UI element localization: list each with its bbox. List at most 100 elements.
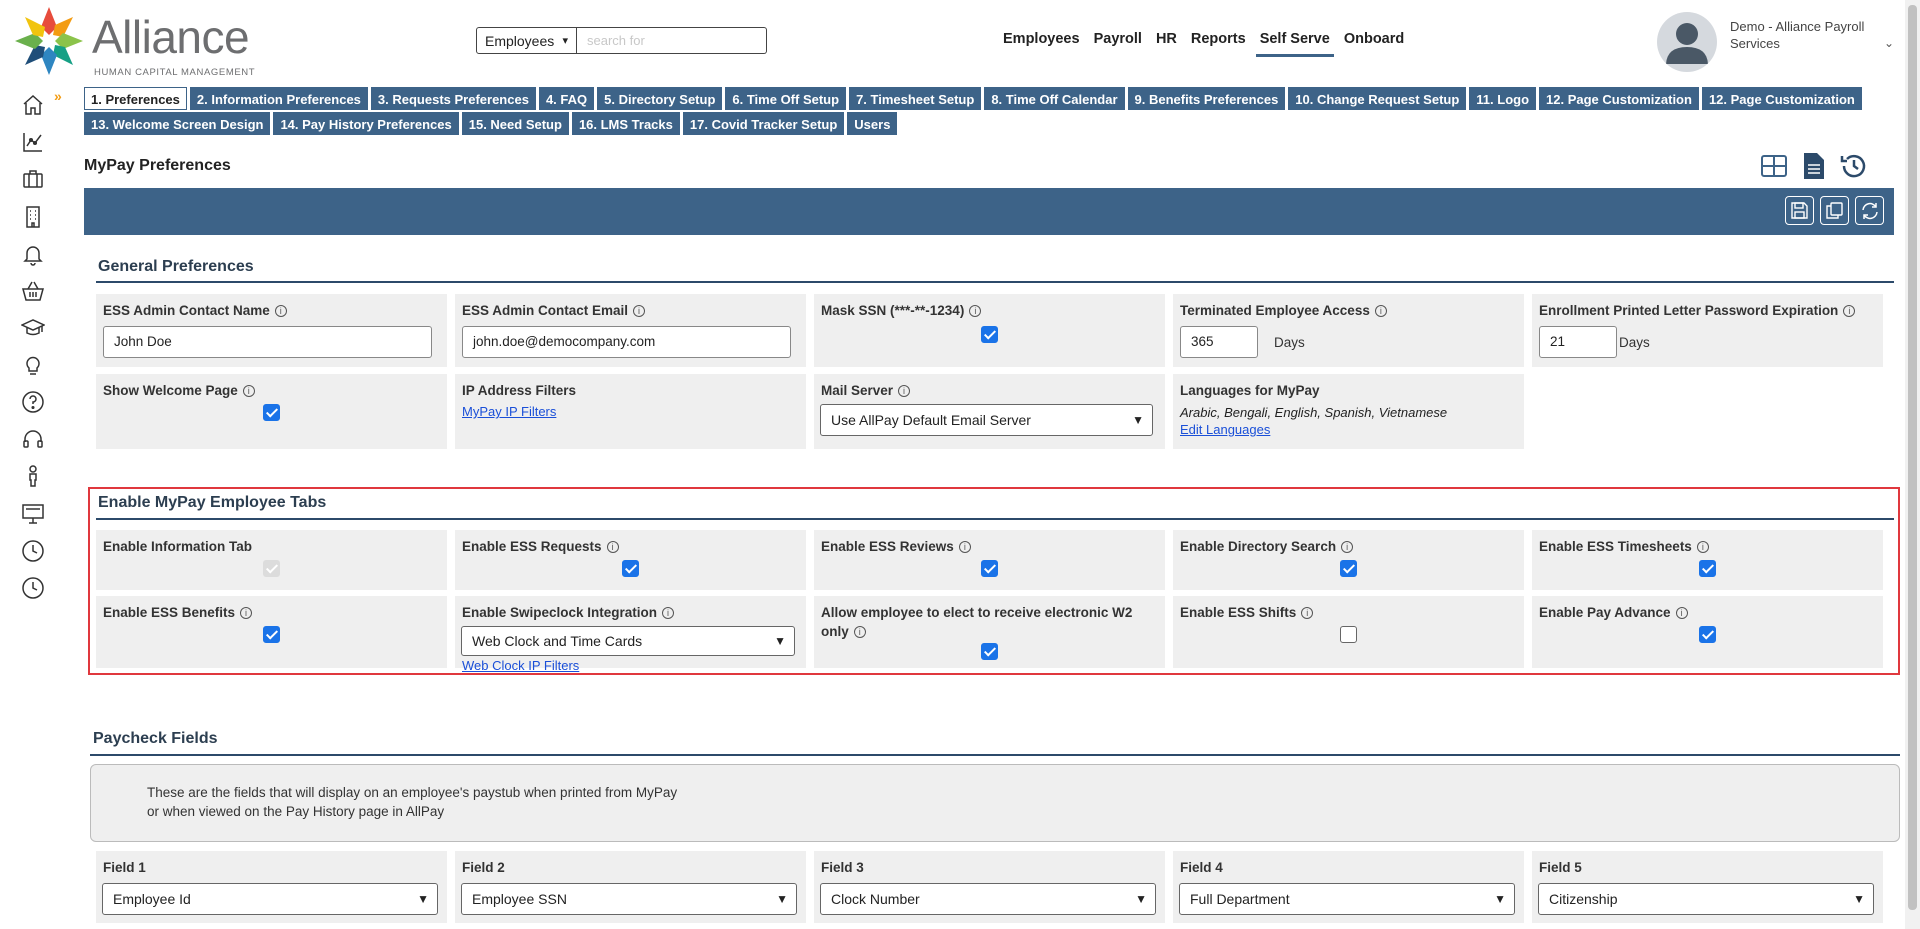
info-icon[interactable]: i [853,626,866,638]
user-menu[interactable]: Demo - Alliance Payroll Services ⌄ [1657,12,1907,72]
paycheck-field-3-select[interactable]: Clock Number ▼ [820,883,1156,915]
history-icon[interactable] [1838,150,1870,182]
info-icon[interactable]: i [1301,607,1314,619]
info-icon[interactable]: i [1374,305,1387,317]
tab-requests-preferences[interactable]: 3. Requests Preferences [370,87,536,110]
tab-logo[interactable]: 11. Logo [1469,87,1537,110]
info-icon[interactable]: i [1341,541,1354,553]
ess-benefits-checkbox[interactable] [263,626,280,643]
nav-employees[interactable]: Employees [1003,31,1080,53]
paycheck-field-2-select[interactable]: Employee SSN ▼ [461,883,797,915]
ess-requests-checkbox[interactable] [622,560,639,577]
nav-onboard[interactable]: Onboard [1344,31,1404,53]
nav-self-serve[interactable]: Self Serve [1255,31,1334,57]
copy-button[interactable] [1820,196,1849,225]
paycheck-field-1-select[interactable]: Employee Id ▼ [102,883,438,915]
tab-page-customization[interactable]: 12. Page Customization [1539,87,1699,110]
swipeclock-label: Enable Swipeclock Integration [462,605,658,620]
info-icon[interactable]: i [969,305,982,317]
info-icon[interactable]: i [958,541,971,553]
tab-need-setup[interactable]: 15. Need Setup [461,112,569,135]
paycheck-field-5-select[interactable]: Citizenship ▼ [1538,883,1874,915]
admin-contact-name-input[interactable]: John Doe [103,326,432,358]
paycheck-field-4-select[interactable]: Full Department ▼ [1179,883,1515,915]
mypay-ip-filters-link[interactable]: MyPay IP Filters [462,404,556,419]
tab-time-off-setup[interactable]: 6. Time Off Setup [725,87,847,110]
help-icon[interactable] [20,389,46,415]
basket-icon[interactable] [20,278,46,304]
tab-pay-history-preferences[interactable]: 14. Pay History Preferences [273,112,459,135]
tab-welcome-screen-design[interactable]: 13. Welcome Screen Design [84,112,271,135]
bell-icon[interactable] [20,241,46,267]
nav-reports[interactable]: Reports [1191,31,1246,53]
electronic-w2-checkbox[interactable] [981,643,998,660]
tab-directory-setup[interactable]: 5. Directory Setup [597,87,723,110]
tab-lms-tracks[interactable]: 16. LMS Tracks [571,112,680,135]
directory-search-checkbox[interactable] [1340,560,1357,577]
save-button[interactable] [1785,196,1814,225]
home-icon[interactable] [20,92,46,118]
chevron-down-icon[interactable]: ⌄ [1884,36,1894,50]
web-clock-ip-filters-link[interactable]: Web Clock IP Filters [462,658,579,673]
tab-change-request-setup[interactable]: 10. Change Request Setup [1288,87,1467,110]
terminated-access-input[interactable]: 365 [1180,326,1258,358]
document-icon[interactable] [1798,150,1830,182]
info-icon[interactable]: i [633,305,646,317]
lightbulb-icon[interactable] [20,352,46,378]
ess-shifts-checkbox[interactable] [1340,626,1357,643]
info-icon[interactable]: i [1843,305,1856,317]
tab-covid-tracker-setup[interactable]: 17. Covid Tracker Setup [682,112,845,135]
ess-reviews-checkbox[interactable] [981,560,998,577]
monitor-icon[interactable] [20,501,46,527]
ess-timesheets-checkbox[interactable] [1699,560,1716,577]
enrollment-expiration-input[interactable]: 21 [1539,326,1617,358]
graduation-cap-icon[interactable] [20,315,46,341]
tab-users[interactable]: Users [847,112,898,135]
info-tab-card: Enable Information Tab [96,530,447,590]
tab-timesheet-setup[interactable]: 7. Timesheet Setup [849,87,982,110]
briefcase-icon[interactable] [20,166,46,192]
info-icon[interactable]: i [1696,541,1709,553]
headset-icon[interactable] [20,426,46,452]
tab-information-preferences[interactable]: 2. Information Preferences [189,87,368,110]
search-input[interactable]: search for [577,27,767,54]
search-scope-select[interactable]: Employees ▾ [476,27,577,54]
building-icon[interactable] [20,204,46,230]
swipeclock-select[interactable]: Web Clock and Time Cards ▼ [461,626,795,656]
paycheck-field-3-card: Field 3 Clock Number ▼ [814,851,1165,923]
tab-page-customization-2[interactable]: 12. Page Customization [1701,87,1862,110]
nav-hr[interactable]: HR [1156,31,1177,53]
show-welcome-checkbox[interactable] [263,404,280,421]
enrollment-expiration-label: Enrollment Printed Letter Password Expir… [1539,303,1839,318]
tab-preferences[interactable]: 1. Preferences [84,87,187,110]
grid-view-icon[interactable] [1758,150,1790,182]
info-icon[interactable]: i [898,385,911,397]
info-icon[interactable]: i [242,385,255,397]
nav-payroll[interactable]: Payroll [1094,31,1142,53]
pay-advance-label: Enable Pay Advance [1539,605,1671,620]
alliance-logo[interactable]: Alliance HUMAN CAPITAL MANAGEMENT [10,4,260,78]
mask-ssn-checkbox[interactable] [981,326,998,343]
tab-benefits-preferences[interactable]: 9. Benefits Preferences [1127,87,1286,110]
clock-icon[interactable] [20,575,46,601]
info-icon[interactable]: i [606,541,619,553]
refresh-button[interactable] [1855,196,1884,225]
pay-advance-checkbox[interactable] [1699,626,1716,643]
clock-icon[interactable] [20,538,46,564]
info-icon[interactable]: i [240,607,253,619]
admin-contact-email-input[interactable]: john.doe@democompany.com [462,326,791,358]
info-icon[interactable]: i [662,607,675,619]
mail-server-select[interactable]: Use AllPay Default Email Server ▼ [820,404,1153,436]
top-bar: Alliance HUMAN CAPITAL MANAGEMENT Employ… [0,0,1920,84]
person-icon[interactable] [20,463,46,489]
info-icon[interactable]: i [274,305,287,317]
edit-languages-link[interactable]: Edit Languages [1180,422,1270,437]
info-icon[interactable]: i [1675,607,1688,619]
avatar[interactable] [1657,12,1717,72]
chart-icon[interactable] [20,129,46,155]
expand-sidebar-icon[interactable]: » [54,88,62,104]
tab-time-off-calendar[interactable]: 8. Time Off Calendar [984,87,1125,110]
page-scrollbar[interactable] [1905,0,1920,929]
tab-faq[interactable]: 4. FAQ [538,87,595,110]
scrollbar-thumb[interactable] [1908,5,1917,910]
